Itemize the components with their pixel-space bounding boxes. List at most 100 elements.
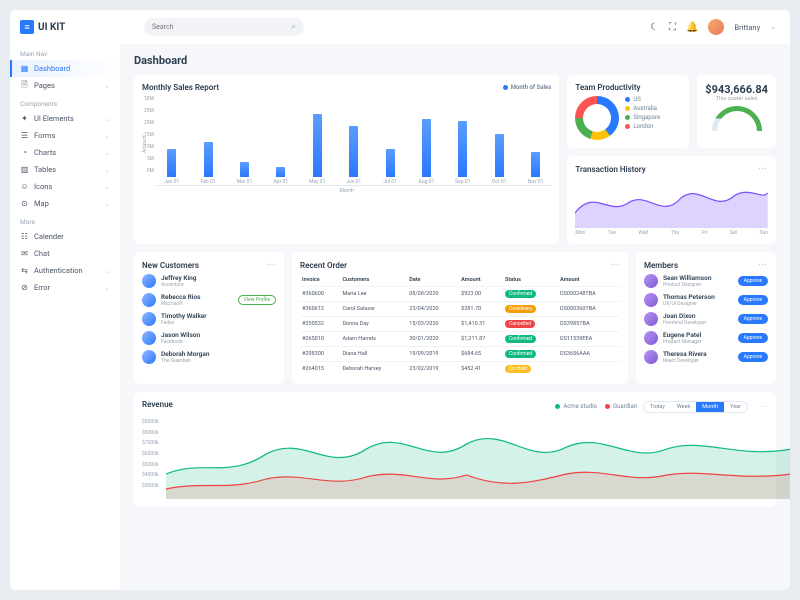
nav-icon: ⊙	[20, 199, 29, 208]
search-icon[interactable]: ⌕	[292, 22, 296, 32]
member-row: Thomas PetersonUX/UI DesignerApprove	[644, 293, 768, 307]
customer-row[interactable]: Timothy WalkerFedex	[142, 312, 276, 326]
range-week[interactable]: Week	[671, 402, 696, 412]
nav-item-map[interactable]: ⊙Map⌄	[10, 195, 120, 212]
card-title: Members	[644, 261, 678, 270]
view-profile-button[interactable]: View Profile	[238, 295, 276, 305]
brand-logo[interactable]: ≡ UI KIT	[10, 20, 120, 44]
status-badge: Confirmed	[505, 335, 536, 343]
bar-column: Apr 01	[265, 167, 296, 185]
range-month[interactable]: Month	[696, 402, 724, 412]
more-icon[interactable]: ⋯	[266, 260, 276, 270]
nav-item-forms[interactable]: ☰Forms⌄	[10, 127, 120, 144]
customer-row[interactable]: Deborah MorganThe Guardian	[142, 350, 276, 364]
approve-button[interactable]: Approve	[738, 333, 768, 343]
member-name: Sean Williamson	[663, 274, 711, 282]
nav-icon: ☰	[20, 131, 29, 140]
chevron-down-icon[interactable]: ⌄	[770, 23, 776, 31]
legend-dot-icon	[625, 124, 630, 129]
customer-name: Deborah Morgan	[161, 350, 210, 358]
x-tick: Oct 01	[492, 179, 507, 185]
kpi-card: $943,666.84 This quater sales	[697, 75, 776, 148]
x-tick: Aug 01	[419, 179, 435, 185]
table-row[interactable]: #350532Donna Day15/03/2020$1,410.31Cance…	[300, 317, 620, 332]
bar	[349, 126, 358, 177]
nav-icon: ☺	[20, 182, 29, 191]
fullscreen-icon[interactable]: ⛶	[669, 22, 676, 33]
legend-dot-icon	[625, 106, 630, 111]
nav-item-calender[interactable]: ☷Calender	[10, 228, 120, 245]
sidebar: ≡ UI KIT Main Nav▦Dashboard🗎Pages⌄Compon…	[10, 10, 120, 590]
user-name[interactable]: Brittany	[734, 23, 760, 32]
more-icon[interactable]: ⋯	[610, 260, 620, 270]
card-title: Team Productivity	[575, 83, 640, 92]
nav-item-tables[interactable]: ▥Tables⌄	[10, 161, 120, 178]
range-segmented-control[interactable]: TodayWeekMonthYear	[643, 401, 748, 413]
legend-dot-icon	[555, 404, 560, 409]
theme-toggle-icon[interactable]: ☾	[650, 22, 659, 33]
avatar	[644, 312, 658, 326]
user-avatar[interactable]	[708, 19, 724, 35]
legend-label: London	[633, 123, 653, 130]
legend-label: Month of Sales	[511, 84, 552, 91]
nav-label: Authentication	[34, 266, 83, 275]
table-row[interactable]: #360612Carol Salazar23/04/2020$281.70Ond…	[300, 302, 620, 317]
x-tick: Thu	[671, 230, 680, 236]
nav-item-ui-elements[interactable]: ✦UI Elements⌄	[10, 110, 120, 127]
table-row[interactable]: #298300Diana Hall19/09/2019$684.65Confir…	[300, 347, 620, 362]
legend-item: Australia	[625, 105, 660, 112]
search-input[interactable]	[152, 23, 292, 31]
x-tick: Jun 01	[346, 179, 361, 185]
avatar	[644, 293, 658, 307]
member-role: Product Designer	[663, 282, 711, 288]
customer-company: Fedex	[161, 320, 207, 326]
customer-row[interactable]: Jeffrey KingAccenture	[142, 274, 276, 288]
nav-icon: ◔	[20, 148, 29, 157]
bar	[495, 134, 504, 177]
notifications-icon[interactable]: 🔔	[686, 22, 698, 33]
approve-button[interactable]: Approve	[738, 276, 768, 286]
x-tick: Nov 01	[528, 179, 544, 185]
nav-label: Icons	[34, 182, 52, 191]
nav-item-dashboard[interactable]: ▦Dashboard	[10, 60, 120, 77]
x-tick: Sat	[730, 230, 737, 236]
legend-item: Acme studio	[555, 403, 597, 410]
avatar	[644, 331, 658, 345]
status-badge: Confirmed	[505, 350, 536, 358]
nav-item-pages[interactable]: 🗎Pages⌄	[10, 77, 120, 94]
nav-item-chat[interactable]: ✉Chat	[10, 245, 120, 262]
transaction-area-chart	[575, 178, 768, 228]
card-title: Monthly Sales Report	[142, 83, 219, 92]
bar-column: Nov 01	[520, 152, 551, 185]
gauge-chart	[712, 106, 762, 131]
nav-item-charts[interactable]: ◔Charts⌄	[10, 144, 120, 161]
customer-row[interactable]: Rebecca RiosMicrosoftView Profile	[142, 293, 276, 307]
new-customers-card: New Customers⋯ Jeffrey KingAccentureRebe…	[134, 252, 284, 384]
more-icon[interactable]: ⋯	[758, 260, 768, 270]
table-row[interactable]: #265010Adam Harrels30/01/2020$1,211.87Co…	[300, 332, 620, 347]
nav-item-icons[interactable]: ☺Icons⌄	[10, 178, 120, 195]
table-row[interactable]: #264015Deborah Harvey23/02/2019$452.41On…	[300, 362, 620, 377]
card-title: Transaction History	[575, 165, 645, 174]
approve-button[interactable]: Approve	[738, 314, 768, 324]
more-icon[interactable]: ⋯	[760, 402, 768, 411]
approve-button[interactable]: Approve	[738, 352, 768, 362]
chevron-down-icon: ⌄	[104, 82, 110, 90]
bar	[386, 149, 395, 177]
customer-row[interactable]: Jason WilsonFacebook	[142, 331, 276, 345]
range-today[interactable]: Today	[644, 402, 671, 412]
range-year[interactable]: Year	[724, 402, 747, 412]
nav-icon: ▥	[20, 165, 29, 174]
nav-item-authentication[interactable]: ⇆Authentication⌄	[10, 262, 120, 279]
x-tick: May 01	[309, 179, 325, 185]
x-tick: Wed	[638, 230, 648, 236]
member-name: Joan Dixon	[663, 312, 706, 320]
approve-button[interactable]: Approve	[738, 295, 768, 305]
table-row[interactable]: #360600Maria Lee08/08/2020$923.00Confirm…	[300, 287, 620, 302]
nav-item-error[interactable]: ⊘Error⌄	[10, 279, 120, 296]
legend-item: Singapore	[625, 114, 660, 121]
nav-icon: ☷	[20, 232, 29, 241]
bar-column: Feb 01	[192, 142, 223, 185]
more-icon[interactable]: ⋯	[758, 164, 768, 174]
search-box[interactable]: ⌕	[144, 18, 304, 36]
